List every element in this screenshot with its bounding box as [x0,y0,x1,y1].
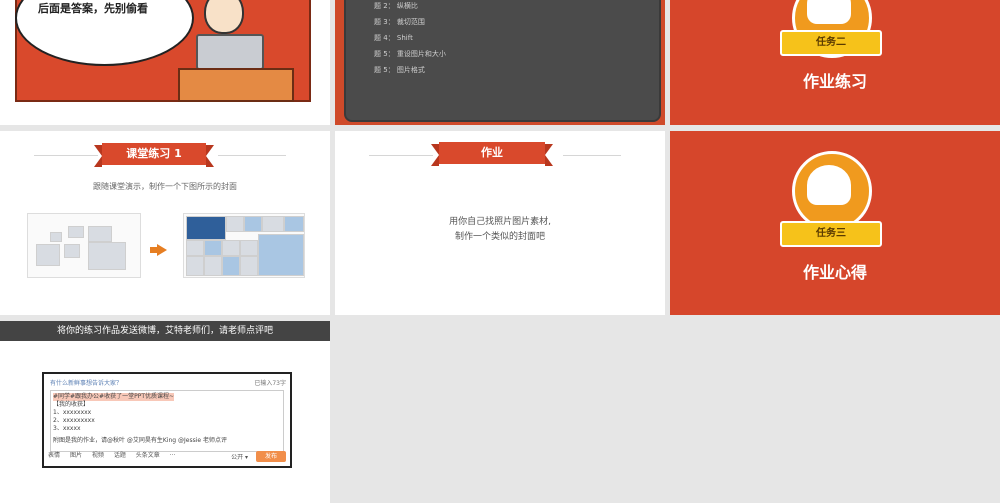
section-ribbon-title: 作业 [439,142,545,164]
photo-thumb [64,244,80,258]
task-item: 题 4： Shift [374,34,413,42]
result-cover-thumbnail [183,213,305,278]
divider [218,155,286,156]
teacher-avatar-icon [807,0,851,24]
post-line: 2、xxxxxxxxx [53,417,95,424]
post-line: 附图是我的作业，请@秋叶 @艾同昊有生King @Jessie 老师点评 [53,437,228,444]
right-arrow-icon [157,244,167,256]
photo-thumb [240,240,258,256]
task-item: 题 5： 图片格式 [374,66,425,74]
photo-thumb [68,226,84,238]
weibo-textarea[interactable]: #同学#跟我办公#收获了一堂PPT优质课程~ 【我的收获】 1、xxxxxxxx… [50,390,284,452]
slide-homework-reflection[interactable]: 任务三 作业心得 [670,131,1000,315]
photo-thumb [88,226,112,242]
divider [34,155,98,156]
photo-thumb [244,216,262,232]
photo-thumb [36,244,60,266]
ribbon-tail-left [94,145,102,167]
laptop-icon [196,34,264,70]
badge-ribbon-label: 任务二 [780,30,882,56]
photo-thumb [88,242,126,270]
video-button[interactable]: 视频 [92,450,104,459]
photo-thumb [258,234,304,276]
photo-thumb [204,256,222,276]
homework-line-1: 用你自己找照片图片素材, [449,217,551,227]
photo-thumb [262,216,284,232]
photo-thumb [222,256,240,276]
post-line: 1、xxxxxxxx [53,409,92,416]
source-photos-thumbnail [27,213,141,278]
instruction-banner: 将你的练习作品发送微博，艾特老师们，请老师点评吧 [0,321,330,341]
slide-homework[interactable]: 作业 用你自己找照片图片素材, 制作一个类似的封面吧 [335,131,665,315]
ribbon-tail-right [206,145,214,167]
post-line: 3、xxxxx [53,425,81,432]
dark-panel: 题 2： 纵横比 题 3： 裁切范围 题 4： Shift 题 5： 重设图片和… [344,0,661,122]
publish-button[interactable]: 发布 [256,451,286,462]
weibo-header: 有什么新鲜事想告诉大家？ [50,380,123,387]
homework-line-2: 制作一个类似的封面吧 [454,232,545,242]
slide-task-list[interactable]: 题 2： 纵横比 题 3： 裁切范围 题 4： Shift 题 5： 重设图片和… [335,0,665,125]
task-item: 题 3： 裁切范围 [374,18,425,26]
image-button[interactable]: 图片 [70,450,82,459]
emoji-button[interactable]: 表情 [48,450,60,459]
article-button[interactable]: 头条文章 [136,450,160,459]
slide-weibo-share[interactable]: 将你的练习作品发送微博，艾特老师们，请老师点评吧 有什么新鲜事想告诉大家？ 已输… [0,321,330,503]
photo-thumb [284,216,304,232]
badge-ribbon-label: 任务三 [780,221,882,247]
task-list: 题 2： 纵横比 题 3： 裁切范围 题 4： Shift 题 5： 重设图片和… [374,0,446,78]
task-item: 题 2： 纵横比 [374,2,418,10]
speech-bubble-text: 后面是答案，先别偷看 [38,2,148,15]
divider [563,155,621,156]
ribbon-tail-left [431,144,439,166]
slide-answers-warning[interactable]: 后面是答案，先别偷看 [0,0,330,125]
desk-icon [178,68,294,102]
topic-button[interactable]: 话题 [114,450,126,459]
weibo-toolbar: 表情 图片 视频 话题 头条文章 ··· 公开 ▾ 发布 [48,450,286,462]
divider [369,155,433,156]
post-line: #同学#跟我办公#收获了一堂PPT优质课程~ [53,393,175,401]
slide-heading: 作业心得 [802,263,867,282]
slide-homework-practice[interactable]: 任务二 作业练习 [670,0,1000,125]
post-line: 【我的收获】 [53,401,90,408]
visibility-dropdown[interactable]: 公开 ▾ [231,452,248,461]
weibo-composer: 有什么新鲜事想告诉大家？ 已输入73字 #同学#跟我办公#收获了一堂PPT优质课… [42,372,292,468]
photo-thumb [240,256,258,276]
photo-thumb [186,256,204,276]
photo-thumb [204,240,222,256]
task-item: 题 5： 重设图片和大小 [374,50,446,58]
photo-thumb [186,240,204,256]
photo-thumb [222,240,240,256]
slide-heading: 作业练习 [802,72,867,91]
more-button[interactable]: ··· [170,452,176,459]
ribbon-tail-right [545,144,553,166]
character-count: 已输入73字 [254,380,286,387]
slide-subtitle: 跟随课堂演示，制作一个下图所示的封面 [93,182,237,191]
section-ribbon-title: 课堂练习 1 [102,143,206,165]
photo-thumb [226,216,244,232]
slide-class-exercise[interactable]: 课堂练习 1 跟随课堂演示，制作一个下图所示的封面 [0,131,330,315]
teacher-avatar-icon [807,165,851,205]
cover-title-block [186,216,226,240]
photo-thumb [50,232,62,242]
teacher-face-icon [204,0,244,34]
